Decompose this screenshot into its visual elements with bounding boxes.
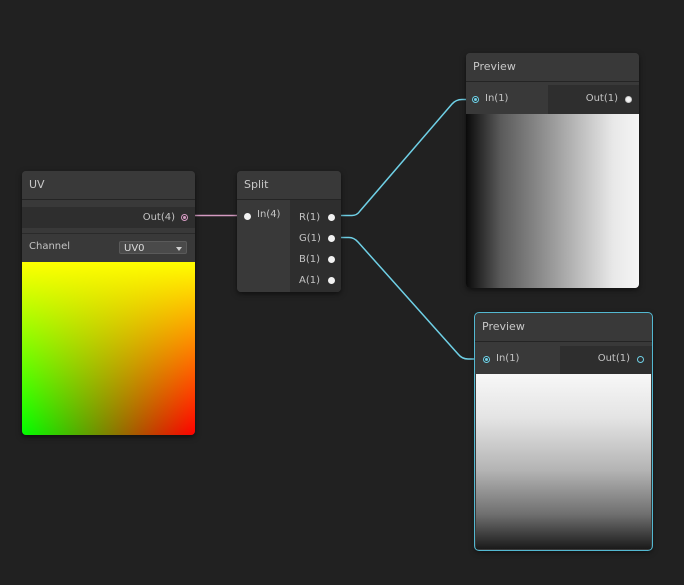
preview-2-output-slot: Out(1)	[560, 346, 652, 374]
uv-preview-image	[22, 262, 195, 435]
chevron-down-icon	[176, 247, 182, 251]
preview-1-input-slot: In(1)	[466, 85, 548, 114]
split-output-a-port[interactable]	[328, 277, 335, 284]
preview-2-input-port[interactable]	[483, 356, 490, 363]
channel-dropdown[interactable]: UV0	[119, 241, 187, 254]
uv-node-title: UV	[22, 171, 195, 200]
split-node-title: Split	[237, 171, 341, 200]
preview-1-output-slot: Out(1)	[548, 85, 639, 114]
preview-2-input-label: In(1)	[496, 353, 520, 364]
preview-1-output-label: Out(1)	[585, 93, 618, 104]
preview-2-output-port[interactable]	[637, 356, 644, 363]
split-output-b-port[interactable]	[328, 256, 335, 263]
split-output-r-row: R(1)	[290, 207, 341, 228]
channel-label: Channel	[29, 241, 71, 252]
uv-output-label: Out(4)	[142, 212, 175, 223]
preview-2-output-label: Out(1)	[597, 353, 630, 364]
uv-node[interactable]: UV Out(4) Channel UV0	[22, 171, 195, 435]
split-input-port[interactable]	[244, 213, 251, 220]
split-output-r-label: R(1)	[299, 212, 321, 223]
channel-dropdown-value: UV0	[124, 243, 145, 254]
split-input-label: In(4)	[257, 209, 281, 220]
split-output-a-row: A(1)	[290, 270, 341, 291]
split-output-b-label: B(1)	[299, 254, 321, 265]
preview-2-title: Preview	[475, 313, 652, 342]
preview-node-2[interactable]: Preview In(1) Out(1)	[474, 312, 653, 551]
preview-1-title: Preview	[466, 53, 639, 82]
split-input-column: In(4)	[237, 200, 290, 292]
uv-output-port[interactable]	[181, 214, 188, 221]
split-output-a-label: A(1)	[299, 275, 321, 286]
split-output-b-row: B(1)	[290, 249, 341, 270]
split-output-g-port[interactable]	[328, 235, 335, 242]
wire-split-r-to-preview-1[interactable]	[341, 98, 476, 217]
split-output-column: R(1) G(1) B(1) A(1)	[290, 200, 341, 292]
split-node[interactable]: Split In(4) R(1) G(1) B(1) A(1)	[237, 171, 341, 292]
split-output-r-port[interactable]	[328, 214, 335, 221]
preview-1-image	[466, 114, 639, 288]
uv-output-row: Out(4)	[22, 207, 195, 228]
uv-channel-row: Channel UV0	[22, 233, 195, 262]
preview-2-input-slot: In(1)	[475, 346, 560, 374]
preview-2-image	[476, 374, 651, 549]
preview-1-input-port[interactable]	[472, 96, 479, 103]
split-output-g-label: G(1)	[299, 233, 321, 244]
preview-node-1[interactable]: Preview In(1) Out(1)	[466, 53, 639, 288]
preview-1-output-port[interactable]	[625, 96, 632, 103]
split-output-g-row: G(1)	[290, 228, 341, 249]
preview-1-input-label: In(1)	[485, 93, 509, 104]
